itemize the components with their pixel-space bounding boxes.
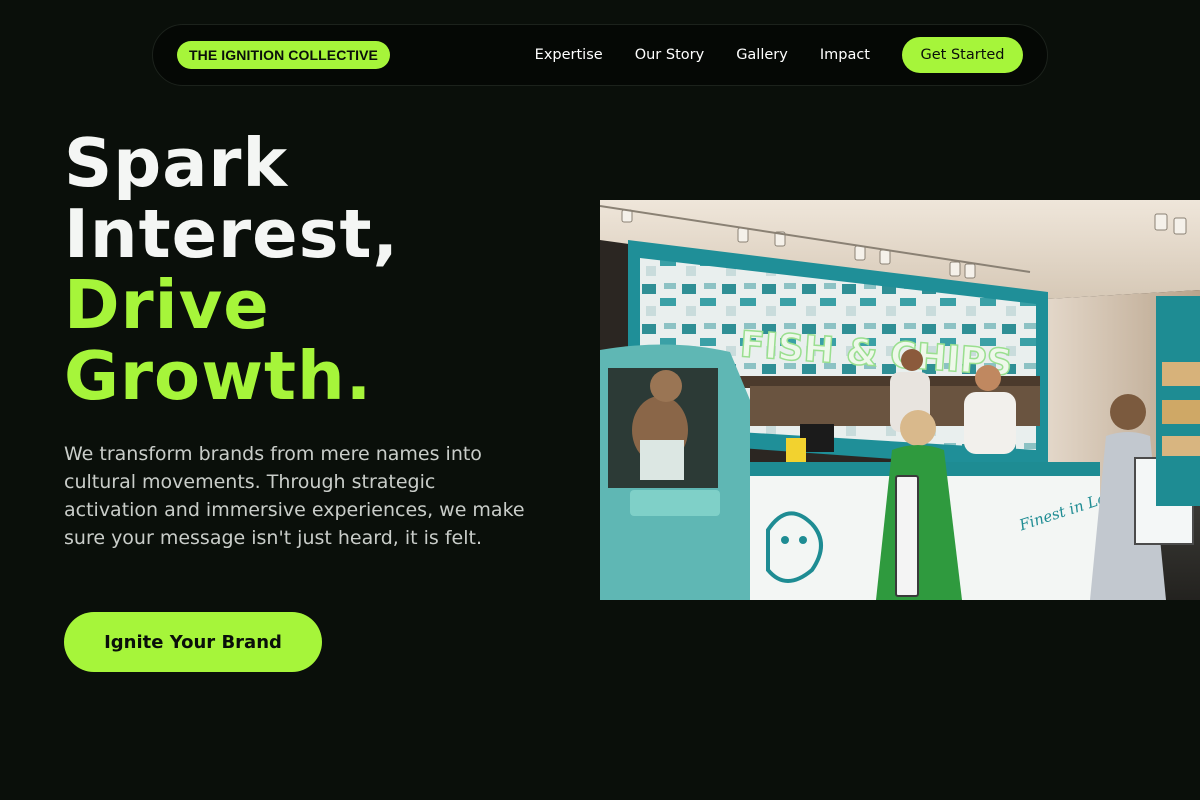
nav-link-impact[interactable]: Impact — [820, 47, 870, 63]
get-started-button[interactable]: Get Started — [902, 37, 1023, 73]
nav-link-our-story[interactable]: Our Story — [635, 47, 704, 63]
hero-title-line-1: Spark — [64, 124, 289, 202]
photo-illustration: FISH & CHIPS Finest in London! — [600, 200, 1200, 600]
nav-link-expertise[interactable]: Expertise — [535, 47, 603, 63]
landing-page: THE IGNITION COLLECTIVE Expertise Our St… — [0, 0, 1200, 800]
top-navigation: THE IGNITION COLLECTIVE Expertise Our St… — [152, 24, 1048, 86]
hero-description: We transform brands from mere names into… — [64, 443, 525, 549]
nav-links: Expertise Our Story Gallery Impact Get S… — [535, 37, 1023, 73]
hero-title-line-4: Growth. — [64, 337, 373, 415]
hero-title-line-2: Interest, — [64, 195, 399, 273]
hero-title-line-3: Drive — [64, 266, 270, 344]
brand-logo[interactable]: THE IGNITION COLLECTIVE — [177, 41, 390, 69]
hero-photo-fish-and-chips-stall: FISH & CHIPS Finest in London! — [600, 200, 1200, 600]
hero-title: Spark Interest, Drive Growth. — [64, 128, 399, 412]
nav-link-gallery[interactable]: Gallery — [736, 47, 788, 63]
ignite-your-brand-button[interactable]: Ignite Your Brand — [64, 612, 322, 672]
